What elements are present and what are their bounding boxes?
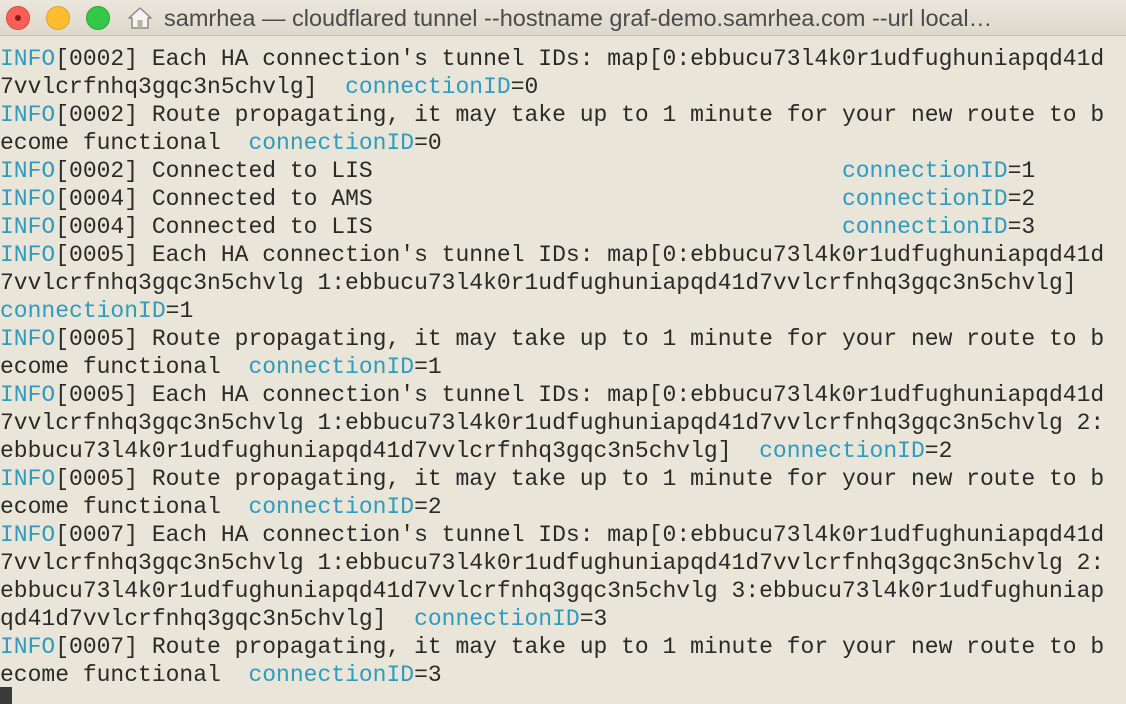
log-level: INFO — [0, 46, 56, 72]
log-field-key: connectionID — [248, 494, 415, 520]
zoom-button[interactable] — [86, 6, 110, 30]
terminal-line: ecome functional connectionID=0 — [0, 129, 1126, 157]
log-text: =2 — [1007, 186, 1036, 212]
log-text: [0007] Each HA connection's tunnel IDs: … — [55, 522, 1105, 548]
log-field-key: connectionID — [414, 606, 580, 632]
text-cursor — [0, 687, 12, 704]
log-text: 7vvlcrfnhq3gqc3n5chvlg 1:ebbucu73l4k0r1u… — [0, 550, 1105, 576]
terminal-line: INFO[0005] Each HA connection's tunnel I… — [0, 381, 1126, 409]
log-level: INFO — [0, 214, 56, 240]
terminal-line: 7vvlcrfnhq3gqc3n5chvlg 1:ebbucu73l4k0r1u… — [0, 549, 1126, 577]
log-field-key: connectionID — [248, 130, 415, 156]
log-field-key: connectionID — [841, 158, 1008, 184]
log-text: ebbucu73l4k0r1udfughuniapqd41d7vvlcrfnhq… — [0, 438, 760, 464]
log-text: 7vvlcrfnhq3gqc3n5chvlg] — [0, 74, 346, 100]
terminal-line: INFO[0005] Route propagating, it may tak… — [0, 465, 1126, 493]
terminal-line: INFO[0002] Connected to LIS connectionID… — [0, 157, 1126, 185]
log-text: [0007] Route propagating, it may take up… — [55, 634, 1105, 660]
log-text: =2 — [924, 438, 953, 464]
terminal-line: INFO[0002] Route propagating, it may tak… — [0, 101, 1126, 129]
terminal-line: ecome functional connectionID=3 — [0, 661, 1126, 689]
terminal-line: connectionID=1 — [0, 297, 1126, 325]
log-level: INFO — [0, 634, 56, 660]
log-text: qd41d7vvlcrfnhq3gqc3n5chvlg] — [0, 606, 415, 632]
log-text: [0004] Connected to LIS — [55, 214, 842, 240]
terminal-line: INFO[0005] Route propagating, it may tak… — [0, 325, 1126, 353]
log-text: ecome functional — [0, 494, 249, 520]
log-text: =3 — [579, 606, 608, 632]
terminal-line: ebbucu73l4k0r1udfughuniapqd41d7vvlcrfnhq… — [0, 577, 1126, 605]
log-text: =1 — [414, 354, 442, 380]
minimize-button[interactable] — [46, 6, 70, 30]
log-text: =0 — [414, 130, 442, 156]
log-text: ecome functional — [0, 130, 249, 156]
log-text: ecome functional — [0, 662, 249, 688]
terminal-line: 7vvlcrfnhq3gqc3n5chvlg 1:ebbucu73l4k0r1u… — [0, 269, 1126, 297]
log-text: =1 — [1007, 158, 1036, 184]
log-text: [0005] Route propagating, it may take up… — [55, 466, 1105, 492]
log-field-key: connectionID — [841, 214, 1008, 240]
log-text: 7vvlcrfnhq3gqc3n5chvlg 1:ebbucu73l4k0r1u… — [0, 410, 1105, 436]
log-text: [0002] Route propagating, it may take up… — [55, 102, 1105, 128]
log-text: 7vvlcrfnhq3gqc3n5chvlg 1:ebbucu73l4k0r1u… — [0, 270, 1077, 296]
log-level: INFO — [0, 382, 56, 408]
log-level: INFO — [0, 186, 56, 212]
log-text: ecome functional — [0, 354, 249, 380]
log-text: =3 — [414, 662, 442, 688]
title-bar[interactable]: samrhea — cloudflared tunnel --hostname … — [0, 0, 1126, 36]
terminal-line: 7vvlcrfnhq3gqc3n5chvlg 1:ebbucu73l4k0r1u… — [0, 409, 1126, 437]
terminal-line: qd41d7vvlcrfnhq3gqc3n5chvlg] connectionI… — [0, 605, 1126, 633]
close-button[interactable] — [6, 6, 30, 30]
log-level: INFO — [0, 522, 56, 548]
terminal-window: samrhea — cloudflared tunnel --hostname … — [0, 0, 1126, 704]
log-level: INFO — [0, 242, 56, 268]
log-text: [0005] Route propagating, it may take up… — [55, 326, 1105, 352]
log-level: INFO — [0, 158, 56, 184]
log-text: =2 — [414, 494, 442, 520]
log-text: [0002] Connected to LIS — [55, 158, 842, 184]
terminal-line: INFO[0004] Connected to LIS connectionID… — [0, 213, 1126, 241]
log-level: INFO — [0, 326, 56, 352]
log-field-key: connectionID — [248, 354, 415, 380]
terminal-line: ecome functional connectionID=1 — [0, 353, 1126, 381]
terminal-line: ebbucu73l4k0r1udfughuniapqd41d7vvlcrfnhq… — [0, 437, 1126, 465]
log-text: [0002] Each HA connection's tunnel IDs: … — [55, 46, 1105, 72]
log-field-key: connectionID — [759, 438, 925, 464]
log-level: INFO — [0, 466, 56, 492]
log-text: =1 — [165, 298, 194, 324]
log-text: [0004] Connected to AMS — [55, 186, 842, 212]
terminal-line: ecome functional connectionID=2 — [0, 493, 1126, 521]
log-field-key: connectionID — [248, 662, 415, 688]
terminal-line: 7vvlcrfnhq3gqc3n5chvlg] connectionID=0 — [0, 73, 1126, 101]
log-level: INFO — [0, 102, 56, 128]
log-text: [0005] Each HA connection's tunnel IDs: … — [55, 242, 1105, 268]
log-text: ebbucu73l4k0r1udfughuniapqd41d7vvlcrfnhq… — [0, 578, 1105, 604]
log-text: =0 — [510, 74, 539, 100]
home-folder-icon — [128, 7, 152, 29]
terminal-line: INFO[0002] Each HA connection's tunnel I… — [0, 45, 1126, 73]
terminal-output[interactable]: INFO[0002] Each HA connection's tunnel I… — [0, 45, 1126, 689]
log-field-key: connectionID — [0, 298, 166, 324]
terminal-line: INFO[0007] Route propagating, it may tak… — [0, 633, 1126, 661]
log-text: [0005] Each HA connection's tunnel IDs: … — [55, 382, 1105, 408]
log-field-key: connectionID — [841, 186, 1008, 212]
log-text: =3 — [1007, 214, 1036, 240]
terminal-line: INFO[0007] Each HA connection's tunnel I… — [0, 521, 1126, 549]
close-icon — [15, 15, 21, 21]
terminal-line: INFO[0004] Connected to AMS connectionID… — [0, 185, 1126, 213]
log-field-key: connectionID — [345, 74, 511, 100]
window-title: samrhea — cloudflared tunnel --hostname … — [164, 5, 993, 31]
terminal-line: INFO[0005] Each HA connection's tunnel I… — [0, 241, 1126, 269]
